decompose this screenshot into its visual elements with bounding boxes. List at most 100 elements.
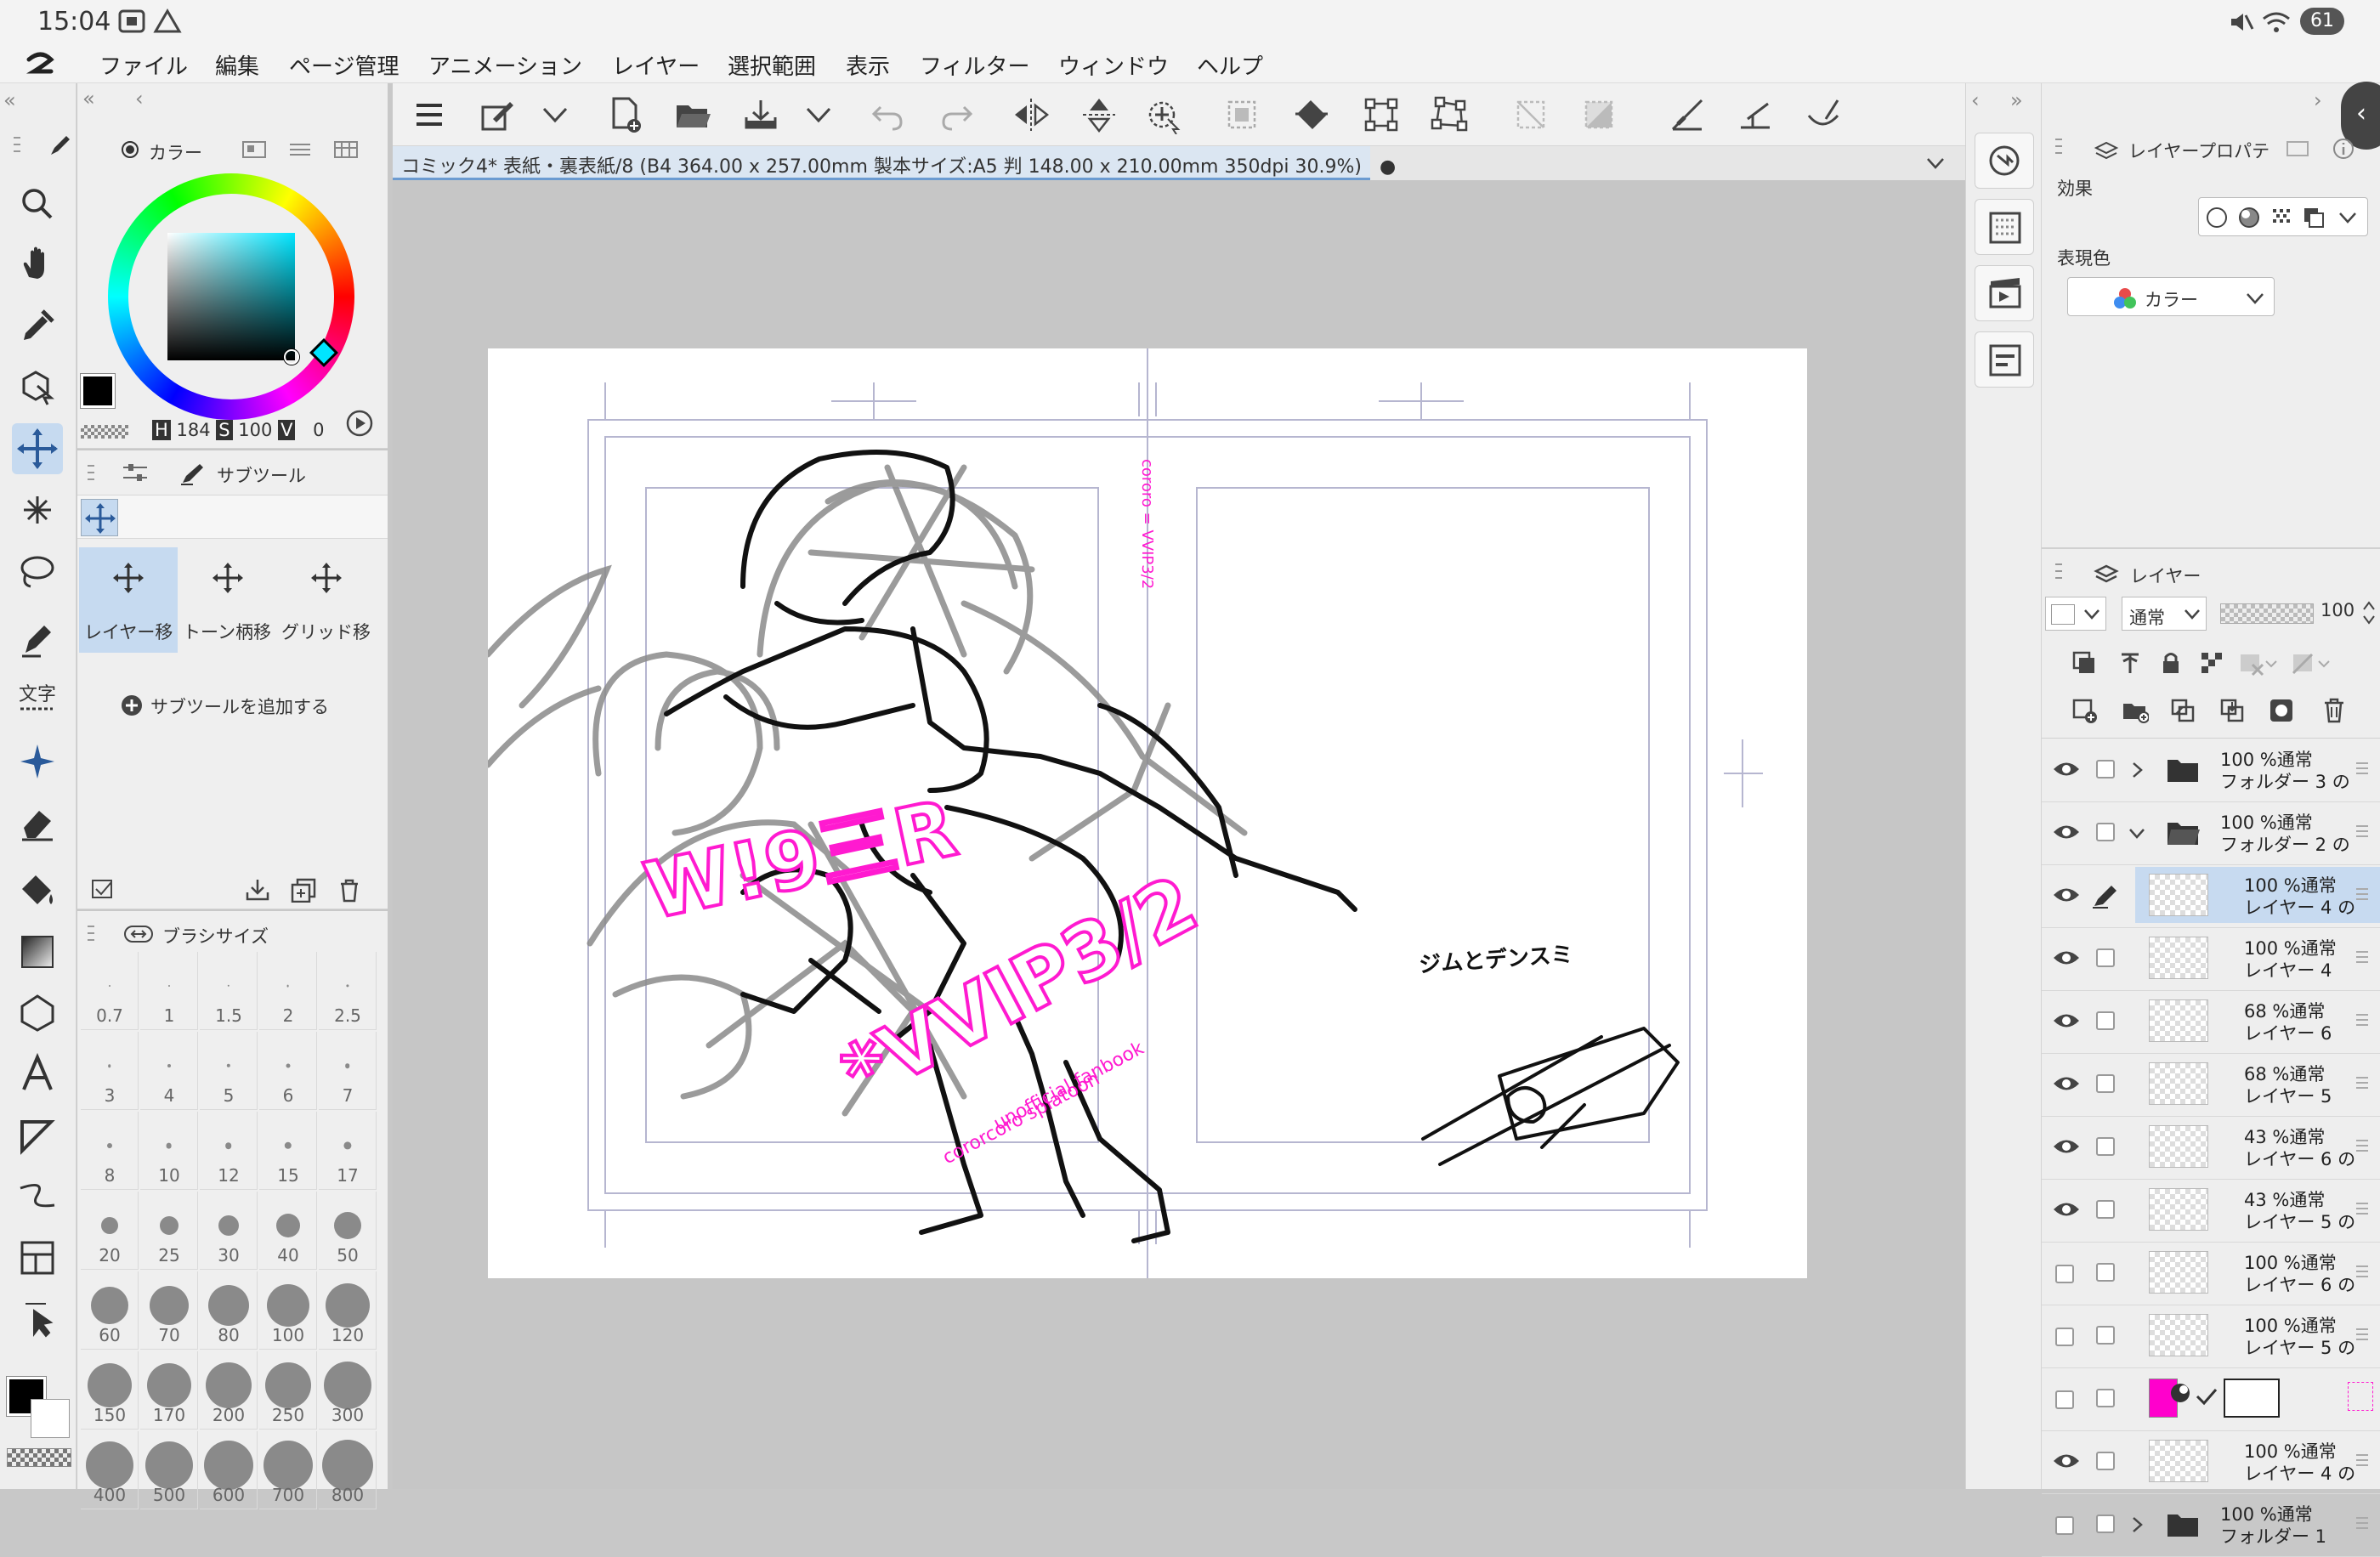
dots-effect-icon[interactable] <box>2269 205 2294 230</box>
brush-size-cell[interactable]: 7 <box>319 1032 377 1110</box>
opacity-spinner-icon[interactable] <box>2361 598 2377 627</box>
visibility-checkbox[interactable] <box>2055 1390 2074 1409</box>
layer-row[interactable]: 43 %通常 レイヤー 5 の <box>2042 1181 2380 1243</box>
open-folder-icon[interactable] <box>673 95 712 134</box>
info-icon[interactable] <box>2331 136 2356 161</box>
brush-size-cell[interactable]: 120 <box>319 1271 377 1350</box>
brush-size-cell[interactable]: 25 <box>140 1192 198 1270</box>
brush-size-cell[interactable]: 17 <box>319 1112 377 1190</box>
brush-size-cell[interactable]: 2 <box>259 952 317 1030</box>
chevron-down-icon[interactable] <box>2335 207 2360 229</box>
clear-selection-icon[interactable] <box>1511 95 1550 134</box>
layer-row[interactable]: 100 %通常 レイヤー 4 の <box>2042 867 2380 928</box>
layer-row[interactable]: 43 %通常 レイヤー 6 の <box>2042 1118 2380 1180</box>
dock-info[interactable] <box>1975 331 2034 388</box>
brush-size-cell[interactable]: 100 <box>259 1271 317 1350</box>
color-tab[interactable]: カラー <box>120 136 303 167</box>
brush-size-cell[interactable]: 170 <box>140 1351 198 1430</box>
tone-effect-icon[interactable] <box>2236 205 2262 230</box>
brush-size-cell[interactable]: 1.5 <box>200 952 258 1030</box>
brush-size-cell[interactable]: 5 <box>200 1032 258 1110</box>
brush-size-cell[interactable]: 8 <box>81 1112 139 1190</box>
menu-edit[interactable]: 編集 <box>215 49 259 81</box>
layer-select-checkbox[interactable] <box>2096 1452 2115 1470</box>
menu-filter[interactable]: フィルター <box>920 49 1029 81</box>
special-ruler-snap-icon[interactable] <box>1736 95 1775 134</box>
mask-enable-icon[interactable] <box>2237 649 2280 677</box>
ruler-snap-icon[interactable] <box>1668 95 1707 134</box>
saturation-value-square[interactable] <box>167 233 299 365</box>
layer-select-checkbox[interactable] <box>2096 1389 2115 1407</box>
drag-handle-icon[interactable] <box>2354 1200 2370 1217</box>
subtool-layer-move[interactable]: レイヤー移 <box>79 547 178 653</box>
transfer-lower-icon[interactable] <box>2169 697 2196 724</box>
layer-select-checkbox[interactable] <box>2096 1137 2115 1156</box>
invert-selection-icon[interactable] <box>1579 95 1618 134</box>
opacity-slider[interactable] <box>2220 603 2314 624</box>
fill-tool[interactable] <box>12 865 63 916</box>
layer-row[interactable]: 100 %通常 レイヤー 4 の <box>2042 1433 2380 1494</box>
collapse-left-icon[interactable]: « <box>3 88 16 112</box>
layer-row[interactable]: 68 %通常 レイヤー 5 <box>2042 1056 2380 1117</box>
eye-icon[interactable] <box>2052 1071 2081 1096</box>
drag-handle-icon[interactable] <box>2354 1263 2370 1280</box>
expression-color-select[interactable]: カラー <box>2067 277 2275 316</box>
brush-size-cell[interactable]: 0.7 <box>81 952 139 1030</box>
brush-settings-icon[interactable] <box>478 95 517 134</box>
drag-handle-icon[interactable] <box>2354 886 2370 903</box>
drag-handle-icon[interactable] <box>2354 1452 2370 1469</box>
brush-size-cell[interactable]: 40 <box>259 1192 317 1270</box>
document-tab[interactable]: コミック4* 表紙・裏表紙/8 (B4 364.00 x 257.00mm 製本… <box>393 146 1396 180</box>
layer-property-tab[interactable]: レイヤープロパテ <box>2093 134 2297 165</box>
dock-expand-icon[interactable]: » <box>2010 88 2023 112</box>
transform-icon[interactable] <box>1362 95 1401 134</box>
layer-search-icon[interactable] <box>2285 138 2310 160</box>
eyedropper-tool[interactable] <box>12 301 63 352</box>
trash-icon[interactable] <box>336 877 363 903</box>
layer-row[interactable] <box>2042 1370 2380 1431</box>
free-transform-icon[interactable] <box>1430 95 1469 134</box>
chevron-down-icon[interactable] <box>799 95 838 134</box>
menu-file[interactable]: ファイル <box>99 49 188 81</box>
grid-snap-icon[interactable] <box>1804 95 1843 134</box>
border-effect-icon[interactable] <box>2204 205 2230 230</box>
brush-size-cell[interactable]: 200 <box>200 1351 258 1430</box>
menu-page-manage[interactable]: ページ管理 <box>289 49 399 81</box>
brush-size-cell[interactable]: 12 <box>200 1112 258 1190</box>
eye-icon[interactable] <box>2052 1197 2081 1222</box>
brush-size-cell[interactable]: 500 <box>140 1431 198 1509</box>
flip-horizontal-icon[interactable] <box>1012 95 1051 134</box>
drag-handle-icon[interactable] <box>2354 1074 2370 1091</box>
menu-help[interactable]: ヘルプ <box>1197 49 1263 81</box>
drag-handle-icon[interactable] <box>2354 823 2370 840</box>
eye-icon[interactable] <box>2052 1448 2081 1474</box>
chevron-down-icon[interactable] <box>1923 151 1948 175</box>
zoom-tool[interactable] <box>12 178 63 229</box>
duplicate-icon[interactable] <box>290 877 317 903</box>
chevron-down-icon[interactable] <box>536 95 575 134</box>
dock-navigator[interactable] <box>1975 133 2034 189</box>
menu-animation[interactable]: アニメーション <box>428 49 582 81</box>
blend-mode-select[interactable]: 通常 <box>2122 597 2207 631</box>
brush-size-cell[interactable]: 300 <box>319 1351 377 1430</box>
eye-icon[interactable] <box>2052 1008 2081 1033</box>
layer-select-checkbox[interactable] <box>2096 948 2115 967</box>
layer-select-checkbox[interactable] <box>2096 1263 2115 1282</box>
undo-icon[interactable] <box>869 95 908 134</box>
menu-layer[interactable]: レイヤー <box>612 49 700 81</box>
auto-select-tool[interactable] <box>12 484 63 535</box>
chevron-down-icon[interactable] <box>2127 823 2147 843</box>
eraser-tool[interactable] <box>12 797 63 848</box>
drag-handle-icon[interactable] <box>2354 1011 2370 1028</box>
brush-size-cell[interactable]: 3 <box>81 1032 139 1110</box>
collapse-panel2-icon[interactable]: ‹ <box>135 87 144 110</box>
ruler-tool[interactable] <box>12 1171 63 1222</box>
menu-selection[interactable]: 選択範囲 <box>728 49 816 81</box>
panel-transparent-color[interactable] <box>81 425 128 439</box>
color-play-icon[interactable] <box>344 408 375 439</box>
brush-size-cell[interactable]: 250 <box>259 1351 317 1430</box>
sv-picker-handle[interactable] <box>284 349 299 365</box>
new-file-icon[interactable] <box>605 95 644 134</box>
eye-icon[interactable] <box>2052 945 2081 971</box>
drag-handle-icon[interactable] <box>2354 1326 2370 1343</box>
